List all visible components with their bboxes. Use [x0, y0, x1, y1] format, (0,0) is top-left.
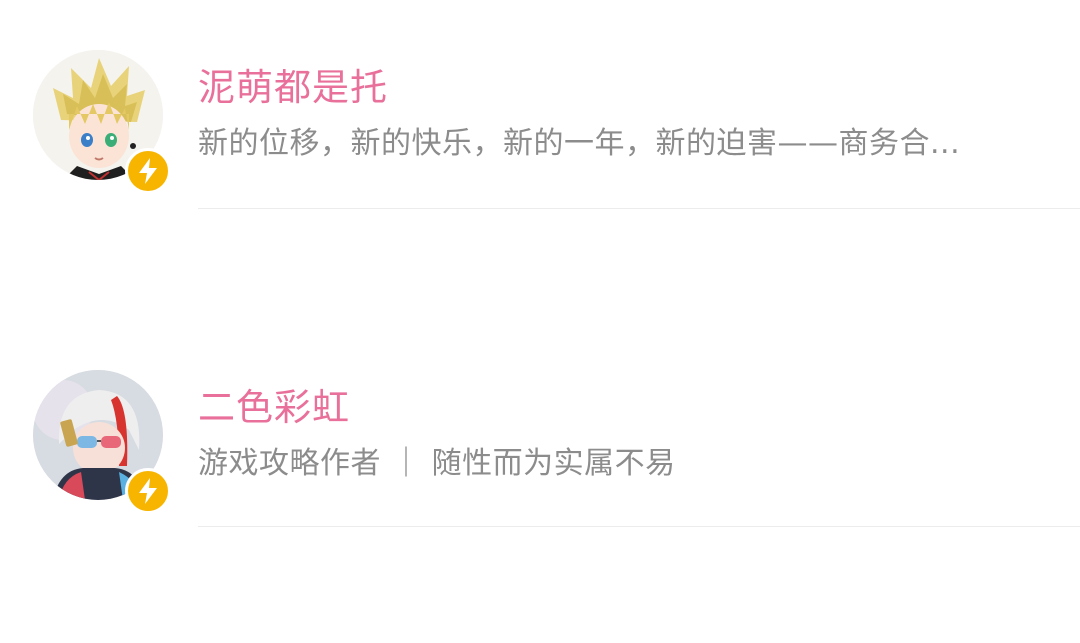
user-name[interactable]: 二色彩虹 [198, 384, 350, 432]
user-list-item[interactable]: 泥萌都是托 新的位移，新的快乐，新的一年，新的迫害——商务合... [0, 40, 1080, 210]
user-description: 游戏攻略作者 ｜ 随性而为实属不易 [198, 446, 676, 481]
user-list: 泥萌都是托 新的位移，新的快乐，新的一年，新的迫害——商务合... 二色彩虹 游… [0, 0, 1080, 643]
divider [198, 208, 1080, 209]
divider [198, 526, 1080, 527]
verified-badge [125, 468, 171, 514]
user-description: 新的位移，新的快乐，新的一年，新的迫害——商务合... [198, 126, 961, 161]
user-name[interactable]: 泥萌都是托 [198, 64, 388, 112]
lightning-icon [139, 478, 157, 504]
user-list-item[interactable]: 二色彩虹 游戏攻略作者 ｜ 随性而为实属不易 [0, 360, 1080, 530]
avatar-container[interactable] [33, 50, 171, 194]
verified-badge [125, 148, 171, 194]
avatar-container[interactable] [33, 370, 171, 514]
lightning-icon [139, 158, 157, 184]
